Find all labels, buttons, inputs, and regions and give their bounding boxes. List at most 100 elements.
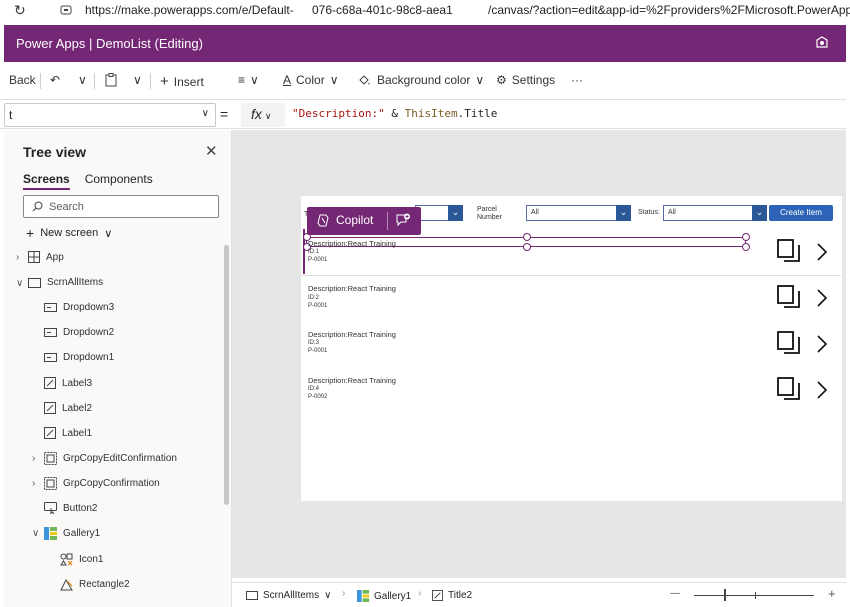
copy-icon[interactable] bbox=[777, 239, 801, 263]
more-button[interactable]: ··· bbox=[571, 73, 583, 87]
screen-icon bbox=[28, 277, 41, 288]
zoom-slider-thumb[interactable] bbox=[724, 589, 726, 601]
formula-reference: ThisItem bbox=[404, 107, 458, 120]
tree-node-rectangle2[interactable]: Rectangle2 bbox=[60, 578, 130, 591]
tree-node-label1[interactable]: Label1 bbox=[44, 427, 92, 439]
reload-icon[interactable]: ↻ bbox=[14, 2, 26, 19]
tree-node-gallery1[interactable]: Gallery1 bbox=[44, 527, 100, 540]
chevron-down-icon: ∨ bbox=[329, 73, 339, 87]
chevron-down-icon: ∨ bbox=[324, 590, 332, 601]
fill-icon bbox=[359, 75, 370, 85]
divider bbox=[387, 212, 388, 230]
new-screen-label: New screen bbox=[40, 227, 99, 239]
create-item-button[interactable]: Create Item bbox=[769, 205, 833, 221]
tree-node-button2[interactable]: Button2 bbox=[44, 502, 97, 514]
property-selector[interactable]: t ∨ bbox=[4, 103, 216, 127]
equals-sign: = bbox=[220, 106, 229, 122]
row-id: ID:4 bbox=[308, 386, 320, 392]
tab-screens[interactable]: Screens bbox=[23, 172, 70, 190]
chevron-right-icon[interactable]: › bbox=[32, 453, 35, 464]
chevron-right-icon[interactable]: › bbox=[16, 252, 19, 263]
row-id: ID:3 bbox=[308, 340, 320, 346]
status-dropdown[interactable]: All ⌄ bbox=[663, 205, 767, 221]
tree-node-group-copy[interactable]: GrpCopyConfirmation bbox=[44, 477, 160, 490]
insert-button[interactable]: + Insert bbox=[160, 73, 204, 90]
formula-input[interactable]: "Description:" & ThisItem.Title bbox=[292, 107, 497, 120]
page-info-icon[interactable] bbox=[60, 4, 72, 16]
copy-icon[interactable] bbox=[777, 377, 801, 401]
zoom-slider-track[interactable] bbox=[694, 595, 814, 596]
breadcrumb-gallery[interactable]: Gallery1 bbox=[357, 590, 411, 602]
copilot-icon bbox=[317, 214, 329, 226]
row-description[interactable]: Description:React Training bbox=[308, 330, 396, 339]
back-label: Back bbox=[9, 73, 36, 87]
tree-node-label: Label3 bbox=[62, 377, 93, 389]
tree-node-dropdown3[interactable]: Dropdown3 bbox=[44, 302, 114, 313]
tree-node-dropdown1[interactable]: Dropdown1 bbox=[44, 352, 114, 363]
tree-node-label2[interactable]: Label2 bbox=[44, 402, 92, 414]
new-screen-button[interactable]: + New screen ∨ bbox=[26, 225, 112, 241]
breadcrumb-label: Gallery1 bbox=[374, 590, 412, 602]
label-icon bbox=[432, 590, 443, 601]
chevron-right-icon[interactable] bbox=[815, 288, 829, 308]
undo-dropdown[interactable]: ∨ bbox=[78, 73, 87, 87]
chevron-right-icon[interactable] bbox=[815, 334, 829, 354]
chevron-right-icon[interactable]: › bbox=[32, 478, 35, 489]
close-icon[interactable]: ✕ bbox=[205, 142, 218, 160]
copy-icon[interactable] bbox=[777, 331, 801, 355]
breadcrumb-screen[interactable]: ScrnAllItems ∨ bbox=[246, 590, 331, 601]
fx-button[interactable]: fx ∨ bbox=[241, 103, 285, 127]
environment-icon[interactable] bbox=[814, 35, 830, 51]
tab-components[interactable]: Components bbox=[85, 172, 153, 190]
title-dropdown[interactable]: ⌄ bbox=[415, 205, 463, 221]
tree-node-icon1[interactable]: Icon1 bbox=[60, 553, 103, 566]
icon-control-icon bbox=[60, 553, 73, 566]
chevron-down-icon[interactable]: ∨ bbox=[16, 278, 23, 289]
comment-button[interactable] bbox=[396, 213, 411, 230]
chevron-down-icon: ∨ bbox=[201, 108, 209, 119]
tree-node-group-edit[interactable]: GrpCopyEditConfirmation bbox=[44, 452, 177, 465]
settings-button[interactable]: ⚙ Settings bbox=[496, 73, 555, 87]
chevron-right-icon[interactable] bbox=[815, 380, 829, 400]
tree-node-label3[interactable]: Label3 bbox=[44, 377, 92, 389]
parcel-dropdown[interactable]: All ⌄ bbox=[526, 205, 631, 221]
tree-node-screen[interactable]: ScrnAllItems bbox=[28, 277, 103, 288]
row-description[interactable]: Description:React Training bbox=[308, 376, 396, 385]
row-description[interactable]: Description:React Training bbox=[308, 284, 396, 293]
tree-node-label: Label1 bbox=[62, 427, 93, 439]
copilot-label: Copilot bbox=[336, 213, 374, 227]
url-text-mid[interactable]: 076-c68a-401c-98c8-aea1 bbox=[312, 3, 453, 17]
zoom-out-button[interactable]: — bbox=[670, 588, 680, 599]
row-code: P-0001 bbox=[308, 257, 328, 263]
background-color-button[interactable]: Background color ∨ bbox=[358, 73, 484, 87]
back-button[interactable]: Back bbox=[9, 73, 36, 87]
background-color-label: Background color bbox=[377, 73, 471, 87]
plus-icon: + bbox=[26, 225, 35, 241]
row-description[interactable]: Description:React Training bbox=[308, 239, 396, 248]
gallery-icon bbox=[44, 527, 57, 540]
paste-button[interactable] bbox=[105, 73, 118, 87]
tree-node-label: App bbox=[46, 251, 64, 263]
color-button[interactable]: A Color ∨ bbox=[283, 73, 339, 87]
copilot-button[interactable]: Copilot bbox=[317, 213, 373, 227]
paste-dropdown[interactable]: ∨ bbox=[133, 73, 142, 87]
chevron-down-icon[interactable]: ∨ bbox=[32, 528, 39, 539]
row-code: P-0001 bbox=[308, 348, 328, 354]
tree-node-dropdown2[interactable]: Dropdown2 bbox=[44, 327, 114, 338]
zoom-in-button[interactable]: + bbox=[828, 586, 836, 601]
url-text-end[interactable]: /canvas/?action=edit&app-id=%2Fproviders… bbox=[488, 3, 850, 17]
tree-node-app[interactable]: App bbox=[28, 251, 64, 263]
tree-scrollbar[interactable] bbox=[224, 245, 229, 505]
tree-node-label: Gallery1 bbox=[63, 528, 101, 539]
chevron-right-icon[interactable] bbox=[815, 242, 829, 262]
undo-button[interactable]: ↶ bbox=[50, 73, 60, 87]
app-icon bbox=[28, 251, 40, 263]
breadcrumb-control[interactable]: Title2 bbox=[432, 590, 472, 601]
copy-icon[interactable] bbox=[777, 285, 801, 309]
fx-label: fx bbox=[251, 106, 262, 122]
chevron-down-icon: ∨ bbox=[104, 227, 113, 240]
align-button[interactable]: ≡ ∨ bbox=[238, 73, 259, 87]
search-input[interactable]: Search bbox=[23, 195, 219, 218]
url-text[interactable]: https://make.powerapps.com/e/Default- bbox=[85, 3, 294, 17]
row-id: ID:2 bbox=[308, 295, 320, 301]
